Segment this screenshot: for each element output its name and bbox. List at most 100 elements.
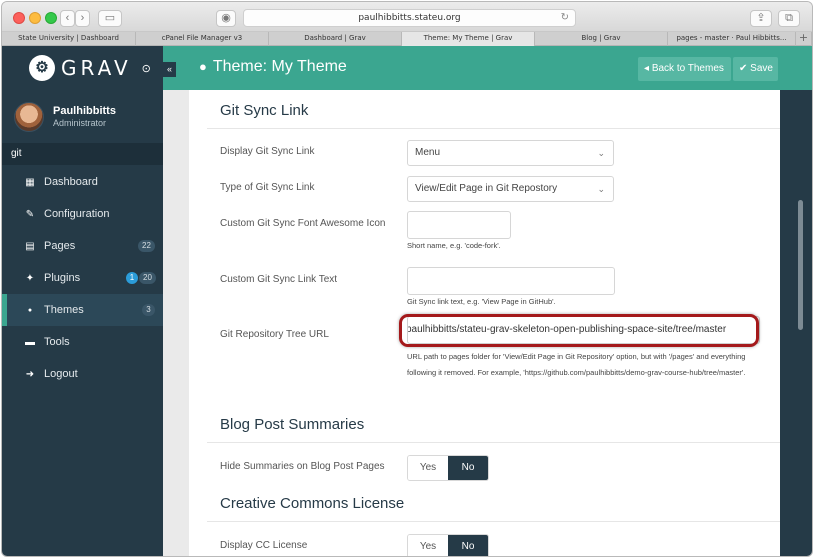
tree-url-label: Git Repository Tree URL <box>220 329 329 340</box>
sidebar-item-tools[interactable]: ▬ Tools <box>2 326 163 358</box>
custom-text-label: Custom Git Sync Link Text <box>220 274 338 285</box>
grav-logo[interactable]: ⚙ GRAV ⊙ <box>2 46 163 90</box>
back-nav-button[interactable]: ‹ <box>60 10 75 27</box>
tree-url-help: URL path to pages folder for 'View/Edit … <box>407 352 746 377</box>
tab-pages-master[interactable]: pages - master · Paul Hibbitts... <box>668 32 796 46</box>
sidebar-item-themes[interactable]: ● Themes 3 <box>2 294 163 326</box>
user-name: Paulhibbitts <box>53 105 116 117</box>
sidebar-icon: ▭ <box>104 12 116 24</box>
new-tab-button[interactable]: + <box>796 32 812 46</box>
zoom-window-button[interactable] <box>45 12 57 24</box>
toggle-no-option[interactable]: No <box>448 535 488 556</box>
sidebar-nav: ▦ Dashboard ✎ Configuration ▤ Pages 22 ✦… <box>2 166 163 390</box>
address-text: paulhibbitts.stateu.org <box>358 13 461 23</box>
settings-icon[interactable]: ⊙ <box>142 62 151 75</box>
toggle-yes-option[interactable]: Yes <box>408 535 448 556</box>
sidebar-item-logout[interactable]: ➜ Logout <box>2 358 163 390</box>
git-sync-section-title: Git Sync Link <box>220 102 309 119</box>
custom-icon-help: Short name, e.g. 'code-fork'. <box>407 241 501 250</box>
logout-icon: ➜ <box>25 368 35 380</box>
reload-icon[interactable]: ↻ <box>561 10 569 26</box>
main-area: « ● Theme: My Theme ◂ Back to Themes ✔ Sa… <box>163 46 812 556</box>
display-cc-label: Display CC License <box>220 540 308 551</box>
chevron-left-icon: ‹ <box>65 12 70 24</box>
title-bar: « ● Theme: My Theme ◂ Back to Themes ✔ Sa… <box>163 46 812 90</box>
chevron-down-icon: ⌄ <box>597 148 605 158</box>
chevron-down-icon: ⌄ <box>597 184 605 194</box>
save-button[interactable]: ✔ Save <box>733 57 778 81</box>
sidebar-item-configuration[interactable]: ✎ Configuration <box>2 198 163 230</box>
custom-text-input[interactable] <box>407 267 615 295</box>
grid-icon: ▦ <box>25 176 35 188</box>
tabs-overview-button[interactable]: ⧉ <box>778 10 800 27</box>
toggle-no-option[interactable]: No <box>448 456 488 480</box>
toggle-yes-option[interactable]: Yes <box>408 456 448 480</box>
section-divider <box>207 521 780 522</box>
type-git-sync-select[interactable]: View/Edit Page in Git Repostory ⌄ <box>407 176 614 202</box>
share-button[interactable]: ⇪ <box>750 10 772 27</box>
close-window-button[interactable] <box>13 12 25 24</box>
pages-count-badge: 22 <box>138 240 155 252</box>
blog-section-title: Blog Post Summaries <box>220 416 365 433</box>
custom-text-help: Git Sync link text, e.g. 'View Page in G… <box>407 297 556 306</box>
tab-blog-grav[interactable]: Blog | Grav <box>535 32 668 46</box>
drop-icon: ● <box>27 306 33 314</box>
custom-icon-input[interactable] <box>407 211 511 239</box>
user-role: Administrator <box>53 118 107 128</box>
user-profile[interactable]: Paulhibbitts Administrator <box>2 90 163 143</box>
reader-button[interactable]: ◉ <box>216 10 236 27</box>
sidebar-item-plugins[interactable]: ✦ Plugins 1 20 <box>2 262 163 294</box>
section-divider <box>207 442 780 443</box>
tab-bar: State University | Dashboard cPanel File… <box>2 32 812 46</box>
hide-summaries-label: Hide Summaries on Blog Post Pages <box>220 461 385 472</box>
callout-highlight <box>399 314 759 347</box>
sidebar-item-label: Themes <box>44 304 84 316</box>
sidebar-item-dashboard[interactable]: ▦ Dashboard <box>2 166 163 198</box>
sidebar-search-input[interactable]: git <box>2 143 163 165</box>
page-title: ● Theme: My Theme <box>199 58 347 75</box>
sidebar-toggle-button[interactable]: ▭ <box>98 10 122 27</box>
display-git-sync-label: Display Git Sync Link <box>220 146 315 157</box>
themes-count-badge: 3 <box>142 304 155 316</box>
display-cc-toggle[interactable]: Yes No <box>407 534 489 556</box>
briefcase-icon: ▬ <box>25 336 35 348</box>
address-bar[interactable]: paulhibbitts.stateu.org ↻ <box>243 9 576 27</box>
tab-dashboard-grav[interactable]: Dashboard | Grav <box>269 32 402 46</box>
grav-logo-icon: ⚙ <box>29 55 55 81</box>
collapse-sidebar-icon[interactable]: « <box>163 62 176 77</box>
tab-state-university[interactable]: State University | Dashboard <box>2 32 136 46</box>
custom-icon-label: Custom Git Sync Font Awesome Icon <box>220 218 386 229</box>
tab-cpanel[interactable]: cPanel File Manager v3 <box>136 32 269 46</box>
plugins-update-badge: 1 <box>126 272 138 284</box>
browser-toolbar: ‹ › ▭ ◉ paulhibbitts.stateu.org ↻ ⇪ ⧉ <box>2 2 812 32</box>
avatar <box>14 101 44 132</box>
sidebar-item-label: Dashboard <box>44 176 98 188</box>
sidebar-item-pages[interactable]: ▤ Pages 22 <box>2 230 163 262</box>
reader-icon: ◉ <box>221 12 231 24</box>
minimize-window-button[interactable] <box>29 12 41 24</box>
file-icon: ▤ <box>25 240 35 252</box>
settings-form: Git Sync Link Display Git Sync Link Menu… <box>189 90 780 556</box>
back-to-themes-button[interactable]: ◂ Back to Themes <box>638 57 731 81</box>
sidebar-item-label: Configuration <box>44 208 110 220</box>
scrollbar-thumb[interactable] <box>798 200 803 330</box>
display-git-sync-select[interactable]: Menu ⌄ <box>407 140 614 166</box>
chevron-right-icon: › <box>80 12 85 24</box>
arrow-left-icon: ◂ <box>644 63 652 74</box>
cc-section-title: Creative Commons License <box>220 495 405 512</box>
plugins-count-badge: 20 <box>139 272 156 284</box>
check-icon: ✔ <box>739 63 751 74</box>
browser-window: ‹ › ▭ ◉ paulhibbitts.stateu.org ↻ ⇪ ⧉ St… <box>2 2 812 556</box>
hide-summaries-toggle[interactable]: Yes No <box>407 455 489 481</box>
forward-nav-button[interactable]: › <box>75 10 90 27</box>
sidebar-item-label: Logout <box>44 368 78 380</box>
plug-icon: ✦ <box>25 272 35 284</box>
tab-theme-my-theme[interactable]: Theme: My Theme | Grav <box>402 32 535 46</box>
section-divider <box>207 128 780 129</box>
sidebar-item-label: Plugins <box>44 272 81 284</box>
drop-icon: ● <box>199 59 207 74</box>
scrollbar[interactable] <box>780 90 812 556</box>
share-icon: ⇪ <box>756 12 766 24</box>
wrench-icon: ✎ <box>25 208 35 220</box>
sidebar: ⚙ GRAV ⊙ Paulhibbitts Administrator git … <box>2 46 163 556</box>
